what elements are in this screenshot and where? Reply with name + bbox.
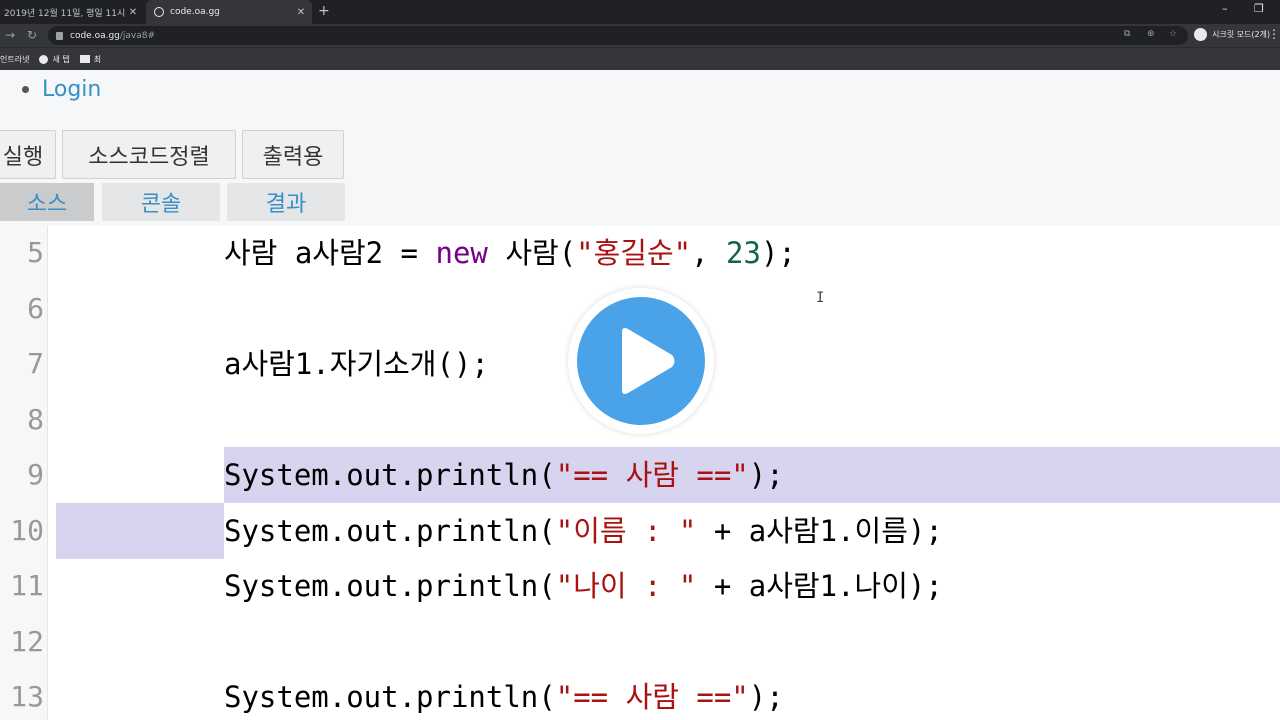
code-line: 9 System.out.println("== 사람 ==");: [0, 447, 1280, 503]
bookmark-item[interactable]: 새 탭: [39, 54, 70, 65]
code-line: 11 System.out.println("나이 : " + a사람1.나이)…: [0, 558, 1280, 614]
code-text: System.out.println("== 사람 ==");: [224, 458, 784, 492]
line-number: 9: [27, 458, 44, 491]
code-text: System.out.println("나이 : " + a사람1.나이);: [224, 569, 943, 603]
bookmark-item[interactable]: 최: [79, 54, 102, 65]
tab-source[interactable]: 소스: [0, 183, 94, 221]
address-bar-row: → ↻ code.oa.gg/java8# ⧉ ⊕ ☆ 시크릿 모드(2개) ⋮: [0, 24, 1280, 47]
code-line: 10 System.out.println("이름 : " + a사람1.이름)…: [0, 503, 1280, 559]
star-icon[interactable]: ☆: [1169, 29, 1177, 39]
bookmark-item[interactable]: 인트라넷: [0, 54, 29, 65]
line-number: 6: [27, 292, 44, 325]
bookmark-label: 새 탭: [52, 54, 70, 64]
profile-label: 시크릿 모드(2개): [1212, 30, 1271, 39]
play-button[interactable]: [568, 288, 714, 434]
bookmark-label: 인트라넷: [0, 54, 30, 64]
url-host: code.oa.gg: [70, 30, 120, 41]
browser-tab[interactable]: 2019년 12월 11일, 평일 11시 지 ✕: [0, 0, 144, 24]
tab-console[interactable]: 콘솔: [102, 183, 220, 221]
line-number: 8: [27, 403, 44, 436]
text-cursor-icon: I: [816, 290, 825, 306]
print-view-button[interactable]: 출력용: [242, 130, 344, 179]
browser-tab-active[interactable]: code.oa.gg ✕: [146, 0, 312, 24]
globe-icon: [154, 7, 164, 17]
forward-icon[interactable]: →: [5, 28, 15, 42]
close-icon[interactable]: ✕: [126, 7, 140, 18]
profile-button[interactable]: 시크릿 모드(2개): [1194, 28, 1270, 41]
new-tab-button[interactable]: +: [318, 3, 330, 19]
line-number: 10: [10, 514, 44, 547]
address-bar[interactable]: code.oa.gg/java8#: [48, 26, 1188, 45]
line-number: 12: [10, 625, 44, 658]
restore-button[interactable]: ❐: [1254, 2, 1264, 15]
line-number: 11: [10, 569, 44, 602]
code-text: System.out.println("이름 : " + a사람1.이름);: [224, 514, 943, 548]
url-path: /java8#: [119, 30, 156, 41]
browser-tab-bar: 2019년 12월 11일, 평일 11시 지 ✕ code.oa.gg ✕ +…: [0, 0, 1280, 24]
play-icon: [622, 328, 675, 394]
bookmarks-bar: 인트라넷 새 탭 최: [0, 47, 1280, 70]
code-line: 12: [0, 614, 1280, 670]
zoom-icon[interactable]: ⊕: [1147, 29, 1155, 39]
close-icon[interactable]: ✕: [294, 7, 308, 18]
login-link[interactable]: Login: [42, 77, 101, 102]
reload-icon[interactable]: ↻: [27, 28, 37, 42]
run-button[interactable]: 실행: [0, 130, 56, 179]
code-line: 5 사람 a사람2 = new 사람("홍길순", 23);: [0, 226, 1280, 281]
translate-icon[interactable]: ⧉: [1124, 29, 1130, 39]
line-number: 5: [27, 236, 44, 269]
code-line: 13 System.out.println("== 사람 ==");: [0, 669, 1280, 720]
code-text: a사람1.자기소개();: [224, 347, 489, 381]
menu-icon[interactable]: ⋮: [1268, 27, 1280, 41]
folder-icon: [79, 55, 90, 63]
bookmark-label: 최: [93, 54, 102, 64]
tab-title: code.oa.gg: [170, 7, 220, 17]
line-number: 13: [10, 680, 44, 713]
bullet-icon: [22, 86, 29, 93]
login-item: Login: [22, 77, 101, 102]
line-number: 7: [27, 347, 44, 380]
tab-result[interactable]: 결과: [227, 183, 345, 221]
tab-title: 2019년 12월 11일, 평일 11시 지: [4, 8, 126, 19]
code-text: 사람 a사람2 = new 사람("홍길순", 23);: [224, 236, 796, 270]
minimize-button[interactable]: –: [1222, 2, 1228, 15]
lock-icon: [56, 31, 63, 40]
globe-icon: [39, 54, 49, 64]
format-source-button[interactable]: 소스코드정렬: [62, 130, 236, 179]
code-text: System.out.println("== 사람 ==");: [224, 680, 784, 714]
incognito-icon: [1194, 28, 1207, 41]
